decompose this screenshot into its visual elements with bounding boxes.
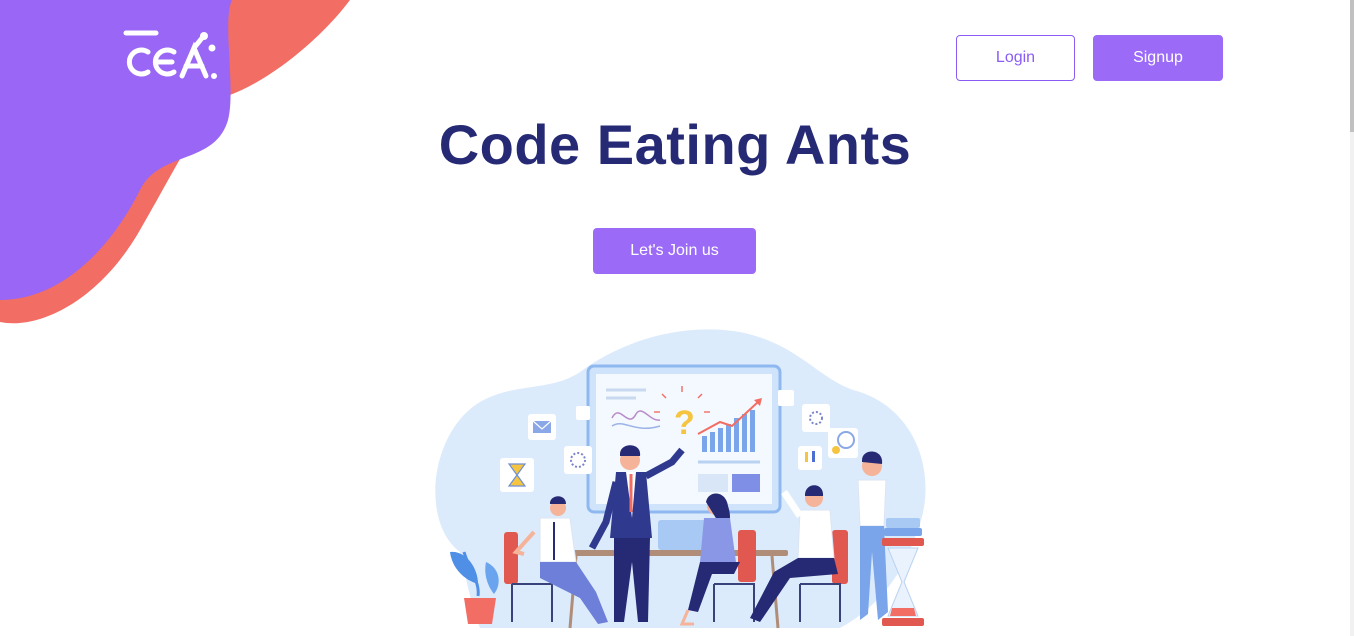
hourglass-icon bbox=[500, 458, 534, 492]
exclamation-icon bbox=[798, 446, 822, 470]
join-button[interactable]: Let's Join us bbox=[593, 228, 756, 274]
page-title: Code Eating Ants bbox=[438, 113, 912, 176]
signup-button[interactable]: Signup bbox=[1093, 35, 1223, 81]
svg-text:?: ? bbox=[674, 404, 695, 442]
login-button[interactable]: Login bbox=[956, 35, 1075, 81]
gear-icon bbox=[828, 428, 858, 458]
logo[interactable] bbox=[122, 28, 218, 89]
logo-icon bbox=[123, 30, 217, 79]
team-meeting-illustration: ? bbox=[435, 329, 926, 629]
envelope-icon bbox=[528, 414, 556, 440]
scrollbar-thumb[interactable] bbox=[1350, 0, 1354, 132]
scrollbar[interactable] bbox=[1350, 0, 1354, 636]
